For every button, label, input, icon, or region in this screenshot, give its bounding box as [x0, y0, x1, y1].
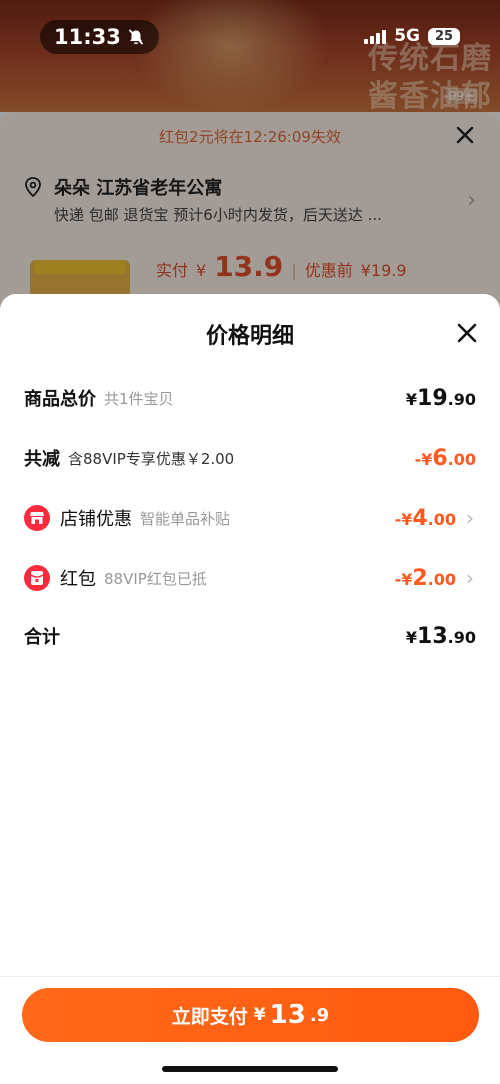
chevron-right-icon: › — [466, 506, 474, 530]
pay-now-button[interactable]: 立即支付 ¥13.9 — [22, 988, 479, 1042]
row-value: ¥13.90 — [405, 623, 476, 649]
row-label: 共减 — [24, 449, 60, 470]
row-red-packet[interactable]: 红包 88VIP红包已抵 -¥2.00 › — [24, 558, 476, 598]
chevron-right-icon: › — [466, 566, 474, 590]
row-label: 红包 — [60, 569, 96, 590]
pay-button-int: 13 — [269, 1000, 306, 1030]
cellular-signal-icon — [364, 28, 387, 44]
screen: 传统石磨酱香油郁 09+ 红包2元将在12:26:09失效 朵朵 江苏省老年公寓… — [0, 0, 500, 1084]
row-value: -¥4.00 — [394, 505, 456, 531]
row-grand-total: 合计 ¥13.90 — [24, 616, 476, 656]
status-right: 5G 25 — [364, 26, 460, 46]
red-packet-icon — [24, 565, 50, 591]
row-sub: 共1件宝贝 — [104, 389, 174, 408]
shop-icon — [24, 505, 50, 531]
home-indicator[interactable] — [162, 1066, 338, 1072]
price-details-sheet: 价格明细 商品总价 共1件宝贝 ¥19.90 共减 含88VIP专享优惠￥2.0… — [0, 294, 500, 1084]
battery-icon: 25 — [428, 27, 460, 45]
clock: 11:33 — [54, 25, 121, 49]
row-sub: 智能单品补贴 — [140, 509, 231, 528]
pay-button-label: 立即支付 — [171, 1005, 248, 1028]
footer-divider — [0, 976, 500, 977]
row-item-total: 商品总价 共1件宝贝 ¥19.90 — [24, 378, 476, 418]
pay-button-currency: ¥ — [253, 1005, 266, 1025]
sheet-title: 价格明细 — [205, 324, 294, 349]
row-value: ¥19.90 — [405, 385, 476, 411]
row-total-discount: 共减 含88VIP专享优惠￥2.00 -¥6.00 — [24, 438, 476, 478]
row-shop-discount[interactable]: 店铺优惠 智能单品补贴 -¥4.00 › — [24, 498, 476, 538]
row-label: 商品总价 — [24, 389, 96, 410]
pay-button-dec: .9 — [309, 1004, 330, 1026]
bell-muted-icon — [128, 29, 144, 45]
row-value: -¥6.00 — [414, 445, 476, 471]
time-pill: 11:33 — [40, 20, 159, 54]
row-label: 合计 — [24, 627, 60, 648]
row-value: -¥2.00 — [394, 565, 456, 591]
close-icon[interactable] — [456, 322, 478, 344]
row-sub: 含88VIP专享优惠￥2.00 — [68, 449, 235, 468]
network-type: 5G — [394, 26, 420, 46]
status-bar: 11:33 5G 25 — [0, 0, 500, 64]
row-sub: 88VIP红包已抵 — [104, 569, 207, 588]
row-label: 店铺优惠 — [60, 509, 132, 530]
